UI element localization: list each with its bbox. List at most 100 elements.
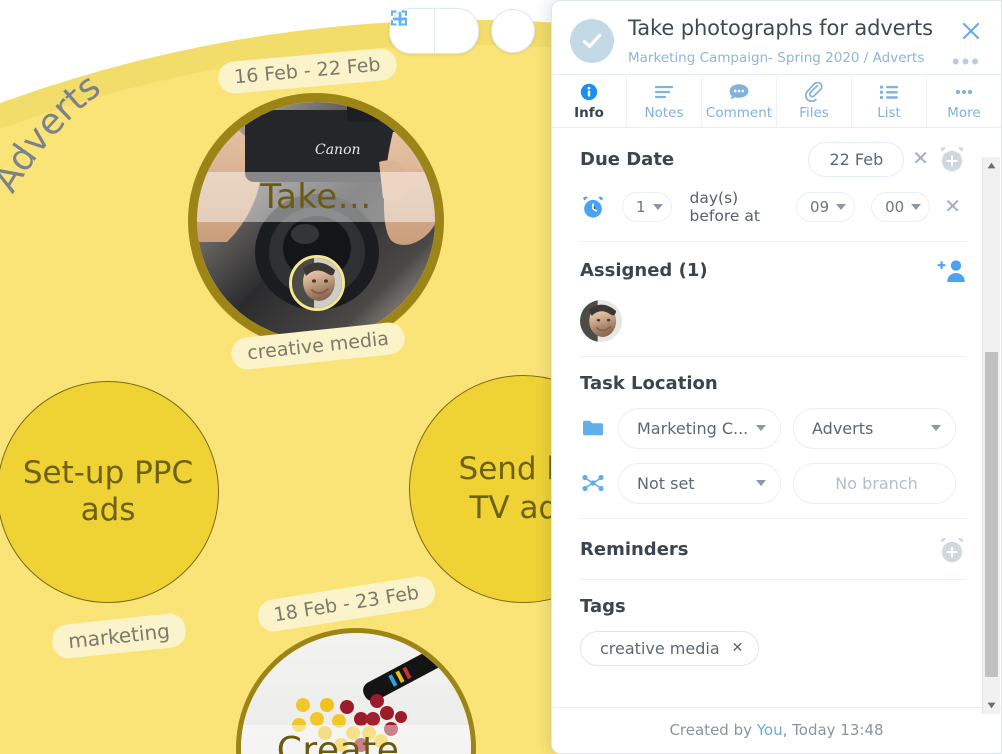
tab-label: Info [574,104,604,121]
scroll-down-button[interactable] [983,697,1000,714]
comment-icon [728,82,750,102]
node-create[interactable]: Create... [236,628,476,754]
project-select[interactable]: Marketing C... [618,407,781,449]
add-person-button[interactable] [937,258,967,284]
assigned-label: Assigned (1) [580,260,708,282]
tab-label: Files [799,104,829,121]
close-button[interactable] [959,19,983,43]
node-caption: Set-up PPC ads [22,455,194,528]
task-location-row-branch: Not set No branch [580,462,967,504]
add-person-icon [937,260,965,282]
node-take-photographs[interactable]: Canon Take... [188,93,444,349]
project-value: Marketing C... [637,418,749,438]
panel-scrollbar[interactable] [982,157,1000,714]
tab-comment[interactable]: Comment [702,74,777,127]
list-icon [878,82,900,102]
close-icon [962,22,980,40]
alarm-plus-icon [940,537,964,563]
paperclip-icon [804,81,824,102]
complete-task-button[interactable] [570,19,614,63]
clear-due-date-button[interactable]: ✕ [906,149,935,169]
reminders-header: Reminders [580,535,967,565]
reminder-minute-select[interactable]: 00 [871,191,931,222]
add-alarm-button[interactable] [937,144,967,174]
reminder-days-select[interactable]: 1 [622,191,672,222]
scroll-up-button[interactable] [983,157,1000,174]
stage-value: Not set [637,473,695,493]
tab-label: Comment [705,104,773,121]
task-detail-panel: Take photographs for adverts Marketing C… [551,0,1002,754]
list-select[interactable]: Adverts [793,407,956,449]
due-date-value[interactable]: 22 Feb [808,141,905,177]
stage-select[interactable]: Not set [618,462,781,504]
fit-screen-button[interactable] [390,9,535,53]
check-icon [582,34,602,48]
chevron-down-icon [756,425,766,432]
tab-label: List [877,104,901,121]
node-caption: Create... [241,725,471,754]
info-icon [580,82,598,102]
created-by-author[interactable]: You [757,721,783,739]
tags-section: Tags creative media ✕ [580,580,967,680]
add-reminder-button[interactable] [937,535,967,565]
remove-tag-button[interactable]: ✕ [732,640,744,656]
chevron-down-icon [836,203,847,210]
reminder-offset-text: day(s) before at [689,188,760,225]
avatar-photo [292,258,342,308]
assigned-section: Assigned (1) [580,242,967,357]
reminder-hour-value: 09 [810,197,830,216]
notes-icon [653,82,675,102]
branch-input[interactable]: No branch [793,462,956,504]
tab-more[interactable]: More [927,75,1001,127]
chevron-down-icon [756,480,766,487]
node-caption: Take... [197,172,435,222]
due-date-section: Due Date 22 Feb ✕ [580,128,967,177]
header-text-group: Take photographs for adverts Marketing C… [628,15,985,66]
due-date-label: Due Date [580,148,675,170]
svg-text:Canon: Canon [315,142,361,158]
panel-body: Due Date 22 Feb ✕ 1 day(s) before at 09 … [552,128,1001,707]
tab-files[interactable]: Files [777,74,852,127]
clear-reminder-button[interactable]: ✕ [938,197,967,217]
task-more-menu-button[interactable]: ••• [952,51,981,73]
svg-text:Adverts: Adverts [0,66,108,199]
chevron-down-icon [652,203,663,210]
panel-footer: Created by You, Today 13:48 [552,707,1001,753]
panel-tabs: Info Notes Comment Files List More [552,73,1001,128]
reminder-hour-select[interactable]: 09 [796,191,856,222]
task-location-row-project: Marketing C... Adverts [580,407,967,449]
chevron-up-icon [987,162,996,169]
ellipsis-icon [952,82,976,102]
tab-info[interactable]: Info [552,74,627,127]
branch-placeholder: No branch [835,473,918,493]
chevron-down-icon [987,702,996,709]
scrollbar-thumb[interactable] [985,352,998,677]
created-by-time: , Today 13:48 [782,721,884,739]
node-assignee-avatar[interactable] [289,255,345,311]
avatar-photo [580,299,622,342]
chevron-down-icon [931,425,941,432]
reminder-offset-row: 1 day(s) before at 09 00 ✕ [580,177,967,242]
zoom-controls [389,8,535,54]
reminders-section: Reminders [580,519,967,580]
created-by-prefix: Created by [669,721,757,739]
alarm-plus-icon [940,147,964,172]
branch-icon [580,473,606,493]
tags-label: Tags [580,595,626,617]
zoom-in-button[interactable] [393,9,478,53]
fit-screen-icon [390,10,408,26]
alarm-icon [580,194,606,220]
task-location-label: Task Location [580,372,718,394]
tab-list[interactable]: List [852,74,927,127]
reminder-days-value: 1 [636,197,646,216]
tab-notes[interactable]: Notes [627,74,702,127]
due-date-controls: 22 Feb ✕ [808,141,967,177]
breadcrumb[interactable]: Marketing Campaign- Spring 2020 / Advert… [628,50,965,66]
tag-chip[interactable]: creative media ✕ [580,630,760,666]
tab-label: Notes [644,104,684,121]
task-location-section: Task Location Marketing C... Adverts Not… [580,357,967,519]
node-set-up-ppc-ads[interactable]: Set-up PPC ads [0,381,219,603]
reminders-label: Reminders [580,539,689,561]
assignee-avatar[interactable] [580,299,622,342]
reminder-minute-value: 00 [885,197,905,216]
